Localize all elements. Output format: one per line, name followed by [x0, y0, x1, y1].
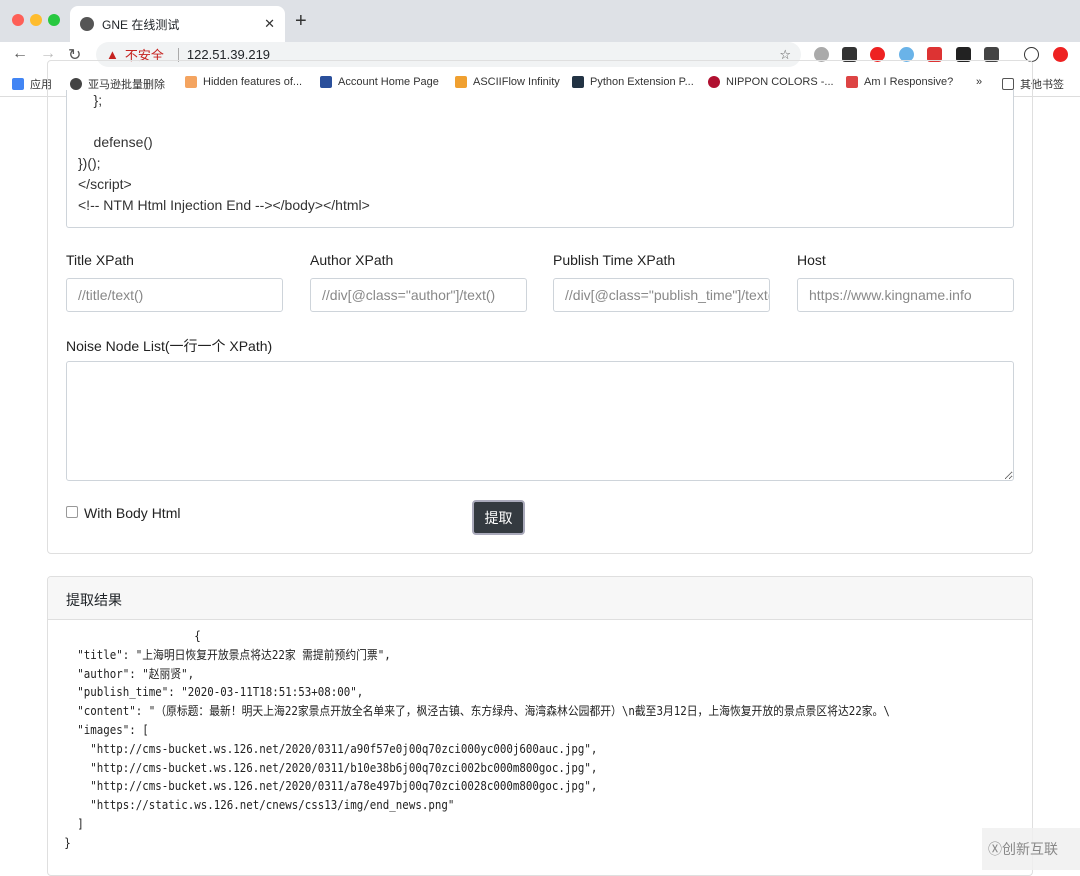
- tab-title: GNE 在线测试: [102, 17, 180, 32]
- result-json: { "title": "上海明日恢复开放景点将达22家 需提前预约门票", "a…: [64, 629, 890, 850]
- close-window-button[interactable]: [12, 14, 24, 26]
- watermark-logo: Ⓧ 创新互联: [982, 828, 1080, 870]
- publish-time-xpath-label: Publish Time XPath: [553, 252, 676, 268]
- result-header: 提取结果: [48, 577, 1032, 620]
- publish-time-xpath-input[interactable]: //div[@class="publish_time"]/text(): [553, 278, 770, 312]
- bookmark-apps[interactable]: 应用: [12, 76, 52, 92]
- watermark-text: 创新互联: [1002, 841, 1058, 857]
- author-xpath-label: Author XPath: [310, 252, 394, 268]
- author-xpath-input[interactable]: //div[@class="author"]/text(): [310, 278, 527, 312]
- tab-bar: GNE 在线测试 ✕ +: [0, 0, 1080, 42]
- html-input[interactable]: }; defense() })(); </script> <!-- NTM Ht…: [66, 90, 1014, 228]
- with-body-html-checkbox[interactable]: [66, 506, 78, 518]
- tab-gne[interactable]: GNE 在线测试 ✕: [70, 6, 285, 42]
- new-tab-button[interactable]: +: [295, 10, 307, 33]
- host-label: Host: [797, 252, 826, 268]
- with-body-html-label: With Body Html: [84, 505, 181, 521]
- noise-node-input[interactable]: [66, 361, 1014, 481]
- close-tab-icon[interactable]: ✕: [264, 16, 275, 32]
- apps-grid-icon: [12, 78, 24, 90]
- extension-icon[interactable]: [1053, 47, 1068, 62]
- title-xpath-label: Title XPath: [66, 252, 134, 268]
- back-icon[interactable]: ←: [12, 45, 28, 63]
- host-input[interactable]: https://www.kingname.info: [797, 278, 1014, 312]
- globe-icon: [80, 17, 94, 31]
- minimize-window-button[interactable]: [30, 14, 42, 26]
- result-card: 提取结果 { "title": "上海明日恢复开放景点将达22家 需提前预约门票…: [47, 576, 1033, 876]
- maximize-window-button[interactable]: [48, 14, 60, 26]
- noise-node-label: Noise Node List(一行一个 XPath): [66, 338, 273, 354]
- extract-button[interactable]: 提取: [472, 500, 525, 535]
- title-xpath-input[interactable]: //title/text(): [66, 278, 283, 312]
